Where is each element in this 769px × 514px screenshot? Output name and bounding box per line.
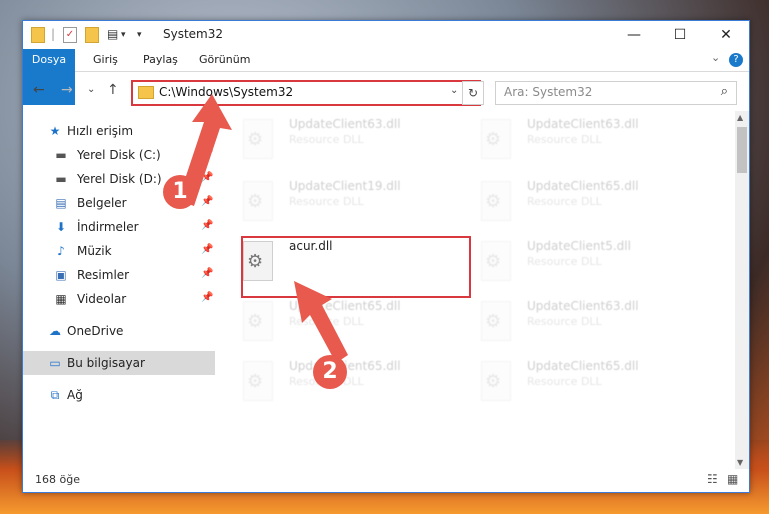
recent-locations-icon[interactable]: ⌄	[87, 84, 95, 95]
up-arrow-icon[interactable]: ↑	[107, 82, 119, 98]
details-view-icon[interactable]: ☷	[707, 472, 718, 486]
list-item[interactable]: ⚙ UpdateClient65.dll Resource DLL	[459, 173, 689, 229]
gear-icon: ⚙	[485, 129, 502, 150]
sidebar-item-label: Bu bilgisayar	[67, 356, 145, 370]
pictures-icon: ▣	[55, 268, 67, 282]
new-folder-icon[interactable]	[85, 27, 99, 43]
tab-home[interactable]: Giriş	[93, 49, 118, 71]
file-type: Resource DLL	[527, 195, 602, 208]
gear-icon: ⚙	[247, 371, 264, 392]
pin-icon[interactable]: 📌	[201, 292, 213, 303]
file-type: Resource DLL	[527, 375, 602, 388]
star-icon: ★	[49, 124, 61, 138]
pin-icon[interactable]: 📌	[201, 244, 213, 255]
folder-icon	[31, 27, 45, 43]
gear-icon: ⚙	[485, 371, 502, 392]
file-name: UpdateClient63.dll	[527, 299, 639, 313]
file-name: UpdateClient19.dll	[289, 179, 401, 193]
file-name: UpdateClient63.dll	[527, 117, 639, 131]
back-arrow-icon[interactable]: ←	[33, 82, 45, 98]
address-dropdown-icon[interactable]: ⌄	[450, 85, 458, 96]
download-icon: ⬇	[55, 220, 67, 234]
step-badge-1: 1	[163, 175, 197, 209]
properties-icon[interactable]: ✓	[63, 27, 77, 43]
close-button[interactable]: ✕	[703, 21, 749, 49]
list-item[interactable]: ⚙ UpdateClient5.dll Resource DLL	[459, 233, 689, 289]
navigation-bar: ← → ⌄ ↑ C:\Windows\System32 ⌄ ↻ Ara: Sys…	[23, 72, 749, 108]
network-icon: ⧉	[50, 388, 60, 402]
tab-view[interactable]: Görünüm	[199, 49, 250, 71]
minimize-button[interactable]: —	[611, 21, 657, 49]
file-type: Resource DLL	[289, 133, 364, 146]
quick-access-toolbar-dropdown-icon[interactable]: ▾	[137, 30, 142, 46]
file-type: Resource DLL	[527, 315, 602, 328]
music-icon: ♪	[57, 244, 65, 258]
list-item[interactable]: ⚙ UpdateClient63.dll Resource DLL	[459, 111, 689, 167]
scroll-thumb[interactable]	[737, 127, 747, 173]
search-input[interactable]: Ara: System32 ⌕	[495, 81, 737, 105]
large-icons-view-icon[interactable]: ▦	[727, 472, 738, 486]
search-placeholder: Ara: System32	[504, 85, 593, 99]
list-item[interactable]: ⚙ UpdateClient19.dll Resource DLL	[221, 173, 451, 229]
gear-icon: ⚙	[485, 311, 502, 332]
video-icon: ▦	[55, 292, 67, 306]
sidebar-item-label: Hızlı erişim	[67, 124, 134, 138]
scroll-up-icon[interactable]: ▲	[737, 113, 743, 122]
file-name: UpdateClient5.dll	[527, 239, 631, 253]
explorer-window: | ✓ ▤ ▾ ▾ System32 — ☐ ✕ Dosya Giriş Pay…	[22, 20, 750, 493]
vertical-scrollbar[interactable]: ▲ ▼	[735, 111, 749, 469]
file-name: UpdateClient65.dll	[527, 359, 639, 373]
computer-icon: ▭	[49, 356, 61, 370]
step-badge-2: 2	[313, 355, 347, 389]
help-icon[interactable]: ?	[729, 53, 743, 67]
gear-icon: ⚙	[485, 251, 502, 272]
customize-dropdown-icon[interactable]: ▾	[121, 30, 126, 46]
sidebar-item-videos[interactable]: ▦ Videolar 📌	[23, 287, 215, 311]
list-item[interactable]: ⚙ UpdateClient65.dll Resource DLL	[459, 353, 689, 409]
file-name: UpdateClient65.dll	[527, 179, 639, 193]
sidebar-item-onedrive[interactable]: ☁ OneDrive	[23, 319, 215, 343]
gear-icon: ⚙	[247, 311, 264, 332]
item-count: 168 öğe	[35, 473, 80, 486]
documents-icon: ▤	[55, 196, 67, 210]
sidebar-item-label: Müzik	[77, 244, 112, 258]
pin-icon[interactable]: 📌	[201, 268, 213, 279]
separator: |	[51, 27, 56, 41]
gear-icon: ⚙	[485, 191, 502, 212]
title-bar: | ✓ ▤ ▾ ▾ System32 — ☐ ✕	[23, 21, 749, 49]
sidebar-item-label: Belgeler	[77, 196, 127, 210]
sidebar-item-network[interactable]: ⧉ Ağ	[23, 383, 215, 407]
list-item[interactable]: ⚙ UpdateClient63.dll Resource DLL	[221, 111, 451, 167]
sidebar-item-label: Yerel Disk (C:)	[77, 148, 161, 162]
sidebar-item-label: Yerel Disk (D:)	[77, 172, 162, 186]
sidebar-item-pictures[interactable]: ▣ Resimler 📌	[23, 263, 215, 287]
sidebar-item-label: OneDrive	[67, 324, 124, 338]
file-type: Resource DLL	[527, 133, 602, 146]
status-bar: 168 öğe ☷ ▦	[23, 469, 749, 491]
file-type: Resource DLL	[527, 255, 602, 268]
sidebar-item-music[interactable]: ♪ Müzik 📌	[23, 239, 215, 263]
list-item[interactable]: ⚙ UpdateClient63.dll Resource DLL	[459, 293, 689, 349]
scroll-down-icon[interactable]: ▼	[737, 458, 743, 467]
search-icon: ⌕	[720, 84, 728, 99]
cloud-icon: ☁	[49, 324, 61, 338]
pin-icon[interactable]: 📌	[201, 220, 213, 231]
file-type: Resource DLL	[289, 195, 364, 208]
forward-arrow-icon[interactable]: →	[61, 82, 73, 98]
sidebar-item-label: Videolar	[77, 292, 127, 306]
maximize-button[interactable]: ☐	[657, 21, 703, 49]
view-options-icon[interactable]: ▤	[107, 27, 118, 43]
drive-icon: ▬	[55, 172, 67, 186]
drive-icon: ▬	[55, 148, 67, 162]
tab-share[interactable]: Paylaş	[143, 49, 178, 71]
ribbon-tabs: Dosya Giriş Paylaş Görünüm ⌄ ?	[23, 49, 749, 105]
window-title: System32	[163, 27, 224, 41]
sidebar-item-label: Resimler	[77, 268, 130, 282]
refresh-button[interactable]: ↻	[462, 81, 484, 105]
sidebar-item-label: İndirmeler	[77, 220, 139, 234]
sidebar-item-this-pc[interactable]: ▭ Bu bilgisayar	[23, 351, 215, 375]
sidebar-item-label: Ağ	[67, 388, 83, 402]
expand-ribbon-icon[interactable]: ⌄	[711, 51, 720, 64]
file-name: UpdateClient63.dll	[289, 117, 401, 131]
